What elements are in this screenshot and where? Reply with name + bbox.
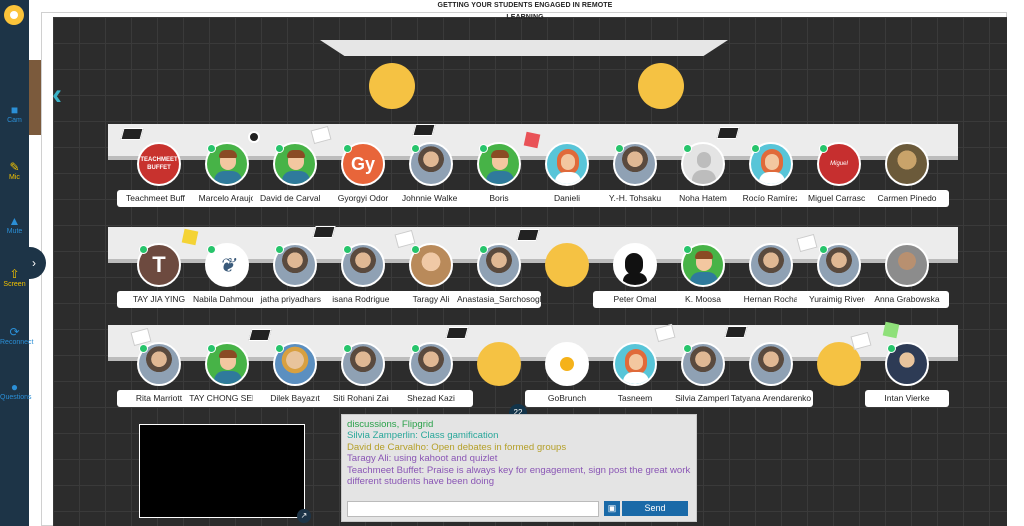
- self-video-preview[interactable]: [139, 424, 305, 518]
- ceiling-lamp-right: [638, 63, 684, 109]
- avatar: [545, 342, 589, 386]
- laptop-icon: [312, 226, 336, 238]
- laptop-icon: [412, 124, 436, 136]
- seat[interactable]: Tatyana Arendarenko: [727, 342, 815, 412]
- online-indicator: [275, 144, 284, 153]
- send-button[interactable]: Send: [622, 501, 688, 516]
- gift-icon[interactable]: ▣: [604, 501, 620, 516]
- ceiling-lamp-left: [369, 63, 415, 109]
- seat[interactable]: Anna Grabowska: [863, 243, 951, 313]
- online-indicator: [615, 144, 624, 153]
- questions-button[interactable]: ● Questions: [0, 380, 32, 402]
- online-indicator: [819, 144, 828, 153]
- avatar-logo-text: TEACHMEET BUFFET: [140, 157, 178, 171]
- page-title: GETTING YOUR STUDENTS ENGAGED IN REMOTE …: [435, 0, 615, 21]
- chevron-right-icon: ›: [32, 256, 36, 270]
- chat-message: Taragy Ali: using kahoot and quizlet: [347, 453, 498, 465]
- chat-message: Teachmeet Buffet: Praise is always key f…: [347, 464, 691, 488]
- online-indicator: [887, 344, 896, 353]
- avatar-logo-text: Miguel Carrasco: [830, 161, 848, 167]
- reconnect-icon: ⟳: [9, 325, 20, 339]
- seat[interactable]: Shezad Kazi: [387, 342, 475, 412]
- online-indicator: [207, 245, 216, 254]
- avatar: [749, 243, 793, 287]
- seat-name: Carmen Pinedo: [865, 190, 949, 207]
- chat-message: David de Carvalho: Open debates in forme…: [347, 441, 567, 453]
- avatar: [749, 342, 793, 386]
- online-indicator: [751, 144, 760, 153]
- questions-label: Questions: [0, 394, 32, 401]
- sticky-note-icon: [523, 131, 541, 149]
- online-indicator: [207, 144, 216, 153]
- avatar: TEACHMEET BUFFET: [137, 142, 181, 186]
- online-indicator: [139, 344, 148, 353]
- online-indicator: [343, 144, 352, 153]
- mute-button[interactable]: ▲ Mute: [0, 214, 29, 236]
- online-indicator: [139, 245, 148, 254]
- side-strip: [29, 60, 41, 135]
- online-indicator: [683, 344, 692, 353]
- chat-panel: discussions, Flipgrid Silvia Zamperlin: …: [341, 414, 697, 522]
- laptop-icon: [445, 327, 469, 339]
- seat[interactable]: Intan Vierke: [863, 342, 951, 412]
- webcam-icon: [248, 131, 260, 143]
- avatar: [613, 342, 657, 386]
- online-indicator: [275, 245, 284, 254]
- online-indicator: [819, 245, 828, 254]
- reconnect-label: Reconnect: [0, 339, 34, 346]
- mic-label: Mic: [9, 174, 20, 181]
- seat-name: Shezad Kazi: [389, 390, 473, 407]
- seat[interactable]: Carmen Pinedo: [863, 142, 951, 212]
- cam-button[interactable]: ■ Cam: [0, 103, 29, 125]
- seat[interactable]: Anastasia_Sarchosoglou: [455, 243, 543, 313]
- seat-name: Tatyana Arendarenko: [729, 390, 813, 407]
- reconnect-button[interactable]: ⟳ Reconnect: [0, 325, 33, 347]
- mic-icon: ✎: [9, 160, 20, 174]
- online-indicator: [411, 344, 420, 353]
- avatar: [885, 142, 929, 186]
- laptop-icon: [724, 326, 748, 338]
- online-indicator: [479, 144, 488, 153]
- online-indicator: [275, 344, 284, 353]
- laptop-icon: [248, 329, 272, 341]
- sticky-note-icon: [181, 228, 199, 246]
- seat-name: Intan Vierke: [865, 390, 949, 407]
- online-indicator: [479, 245, 488, 254]
- empty-seat[interactable]: [545, 243, 589, 287]
- mute-label: Mute: [6, 228, 23, 235]
- screen-label: Screen: [3, 281, 26, 288]
- online-indicator: [343, 245, 352, 254]
- chat-message: discussions, Flipgrid: [347, 419, 434, 430]
- sticky-note-icon: [882, 321, 900, 339]
- laptop-icon: [120, 128, 144, 140]
- online-indicator: [343, 344, 352, 353]
- projector-screen: [320, 40, 728, 56]
- seat-name: Anna Grabowska: [865, 291, 949, 308]
- question-icon: ●: [10, 380, 19, 394]
- online-indicator: [683, 245, 692, 254]
- laptop-icon: [516, 229, 540, 241]
- app-logo-icon: [4, 5, 24, 25]
- mic-button[interactable]: ✎ Mic: [0, 160, 29, 182]
- back-arrow-icon[interactable]: ‹: [52, 80, 62, 110]
- resize-video-icon[interactable]: ↗: [297, 509, 311, 523]
- cam-label: Cam: [7, 117, 22, 124]
- chat-message: Silvia Zamperlin: Class gamification: [347, 430, 499, 442]
- online-indicator: [207, 344, 216, 353]
- online-indicator: [411, 144, 420, 153]
- empty-seat[interactable]: [477, 342, 521, 386]
- online-indicator: [411, 245, 420, 254]
- camera-icon: ■: [10, 103, 19, 117]
- speaker-icon: ▲: [8, 214, 21, 228]
- seat-name: Anastasia_Sarchosoglou: [457, 291, 541, 308]
- avatar: [613, 243, 657, 287]
- laptop-icon: [716, 127, 740, 139]
- chat-log[interactable]: discussions, Flipgrid Silvia Zamperlin: …: [347, 419, 691, 499]
- online-indicator: [683, 144, 692, 153]
- chat-input[interactable]: [347, 501, 599, 517]
- avatar: [885, 243, 929, 287]
- avatar: [545, 142, 589, 186]
